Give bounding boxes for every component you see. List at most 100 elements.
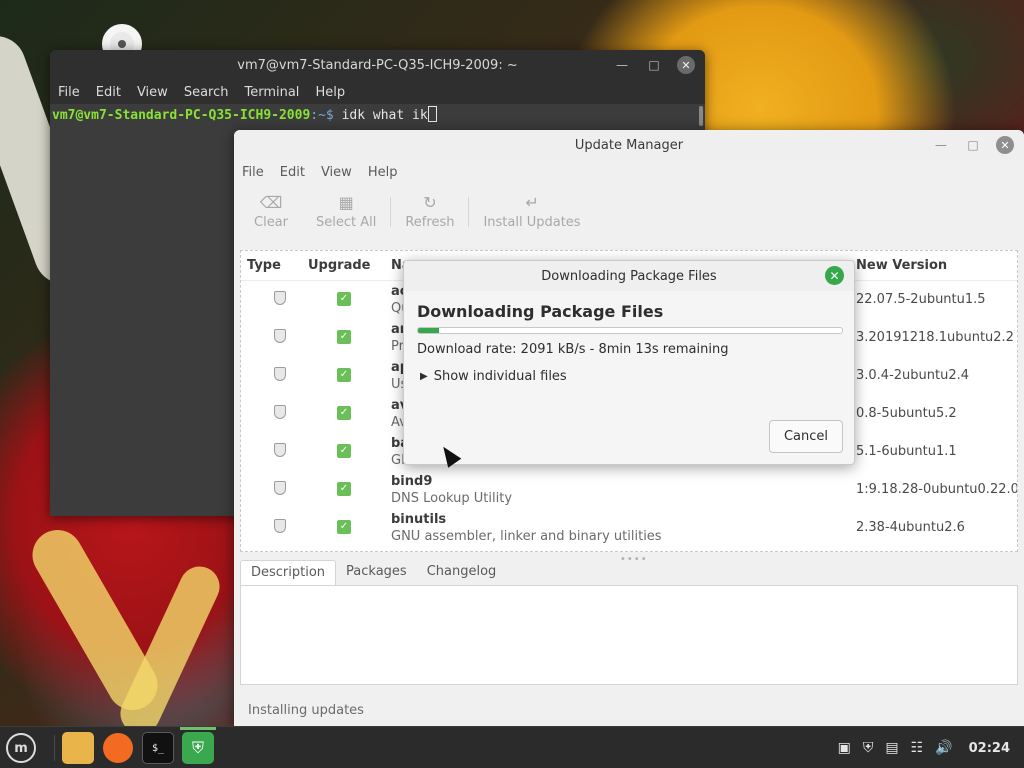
volume-icon[interactable]: 🔊 [935, 740, 952, 756]
mint-menu-icon[interactable]: m [6, 733, 36, 763]
network-icon[interactable]: ☷ [911, 740, 924, 756]
package-type-icon [274, 367, 286, 381]
menu-view[interactable]: View [321, 165, 352, 180]
menu-edit[interactable]: Edit [96, 85, 121, 100]
minimize-button[interactable]: — [613, 56, 631, 74]
package-type-icon [274, 329, 286, 343]
clipboard-icon[interactable]: ▤ [885, 740, 898, 756]
details-tabs: Description Packages Changelog [240, 560, 1018, 586]
show-files-expander[interactable]: ▶ Show individual files [420, 369, 567, 384]
taskbar-separator [54, 735, 55, 761]
maximize-button[interactable]: □ [645, 56, 663, 74]
upgrade-checkbox[interactable]: ✓ [337, 292, 351, 306]
package-version: 1:9.18.28-0ubuntu0.22.04. [856, 482, 1018, 497]
tab-packages[interactable]: Packages [336, 560, 417, 586]
upgrade-checkbox[interactable]: ✓ [337, 368, 351, 382]
update-manager-shield-icon[interactable]: ⛨ [182, 732, 214, 764]
close-button[interactable]: ✕ [996, 136, 1014, 154]
description-panel [240, 585, 1018, 685]
notifications-icon[interactable]: ▣ [838, 740, 851, 756]
package-name: bind9 [391, 474, 433, 489]
progress-fill [418, 328, 440, 333]
upgrade-checkbox[interactable]: ✓ [337, 330, 351, 344]
prompt-path: :~$ [310, 108, 334, 123]
taskbar: m $_ ⛨ ▣ ⛨ ▤ ☷ 🔊 02:24 [0, 726, 1024, 768]
column-type[interactable]: Type [247, 258, 281, 273]
package-version: 5.1-6ubuntu1.1 [856, 444, 957, 459]
dialog-close-button[interactable]: ✕ [825, 266, 844, 285]
package-type-icon [274, 291, 286, 305]
package-version: 0.8-5ubuntu5.2 [856, 406, 957, 421]
package-version: 3.20191218.1ubuntu2.2 [856, 330, 1014, 345]
column-new-version[interactable]: New Version [856, 258, 947, 273]
table-row[interactable]: ✓ bind9 DNS Lookup Utility 1:9.18.28-0ub… [241, 471, 1017, 509]
active-window-indicator [180, 727, 216, 730]
download-rate-text: Download rate: 2091 kB/s - 8min 13s rema… [417, 342, 729, 357]
upgrade-checkbox[interactable]: ✓ [337, 406, 351, 420]
column-upgrade[interactable]: Upgrade [308, 258, 370, 273]
package-type-icon [274, 519, 286, 533]
terminal-titlebar[interactable]: vm7@vm7-Standard-PC-Q35-ICH9-2009: ~ — □… [50, 50, 705, 80]
upgrade-checkbox[interactable]: ✓ [337, 520, 351, 534]
dialog-titlebar[interactable]: Downloading Package Files ✕ [404, 261, 854, 291]
package-name: binutils [391, 512, 447, 527]
text-cursor [427, 106, 437, 122]
close-button[interactable]: ✕ [677, 56, 695, 74]
prompt-user: vm7@vm7-Standard-PC-Q35-ICH9-2009 [52, 108, 311, 123]
select-all-button[interactable]: ▦ Select All [302, 192, 390, 230]
terminal-menubar: File Edit View Search Terminal Help [50, 80, 705, 104]
dialog-title: Downloading Package Files [541, 268, 717, 284]
menu-file[interactable]: File [242, 165, 264, 180]
clear-icon: ⌫ [259, 192, 283, 212]
cancel-button[interactable]: Cancel [769, 420, 843, 453]
system-tray: ▣ ⛨ ▤ ☷ 🔊 02:24 [838, 727, 1024, 768]
package-type-icon [274, 443, 286, 457]
clock[interactable]: 02:24 [969, 741, 1010, 756]
menu-help[interactable]: Help [368, 165, 398, 180]
install-updates-button[interactable]: ↵ Install Updates [469, 192, 594, 230]
terminal-icon[interactable]: $_ [142, 732, 174, 764]
minimize-button[interactable]: — [932, 136, 950, 154]
menu-terminal[interactable]: Terminal [244, 85, 299, 100]
dialog-heading: Downloading Package Files [417, 302, 664, 321]
update-manager-titlebar[interactable]: Update Manager — □ ✕ [234, 130, 1024, 160]
menu-file[interactable]: File [58, 85, 80, 100]
package-type-icon [274, 481, 286, 495]
download-dialog[interactable]: Downloading Package Files ✕ Downloading … [403, 260, 855, 465]
files-folder-icon[interactable] [62, 732, 94, 764]
install-icon: ↵ [525, 192, 539, 212]
update-manager-toolbar: ⌫ Clear ▦ Select All ↻ Refresh ↵ Install… [234, 184, 1024, 240]
table-row[interactable]: ✓ binutils GNU assembler, linker and bin… [241, 509, 1017, 547]
tab-changelog[interactable]: Changelog [417, 560, 507, 586]
select-all-label: Select All [316, 214, 377, 230]
terminal-command: idk what ik [333, 108, 428, 123]
package-type-icon [274, 405, 286, 419]
package-description: DNS Lookup Utility [391, 491, 513, 506]
update-manager-menubar: File Edit View Help [234, 160, 1024, 184]
shield-icon[interactable]: ⛨ [863, 740, 874, 756]
firefox-icon[interactable] [103, 733, 133, 763]
package-version: 2.38-4ubuntu2.6 [856, 520, 965, 535]
tab-description[interactable]: Description [240, 560, 337, 586]
clear-button[interactable]: ⌫ Clear [240, 192, 302, 230]
menu-help[interactable]: Help [315, 85, 345, 100]
terminal-scrollbar[interactable] [699, 106, 703, 126]
install-updates-label: Install Updates [483, 214, 581, 230]
terminal-title: vm7@vm7-Standard-PC-Q35-ICH9-2009: ~ [237, 57, 518, 73]
refresh-icon: ↻ [423, 192, 437, 212]
package-description: GNU assembler, linker and binary utiliti… [391, 529, 662, 544]
clear-label: Clear [254, 214, 288, 230]
menu-search[interactable]: Search [184, 85, 229, 100]
select-all-icon: ▦ [338, 192, 354, 212]
expander-label: Show individual files [433, 369, 567, 384]
refresh-label: Refresh [405, 214, 455, 230]
maximize-button[interactable]: □ [964, 136, 982, 154]
menu-edit[interactable]: Edit [280, 165, 305, 180]
upgrade-checkbox[interactable]: ✓ [337, 482, 351, 496]
refresh-button[interactable]: ↻ Refresh [391, 192, 468, 230]
update-manager-title: Update Manager [574, 137, 684, 153]
package-version: 3.0.4-2ubuntu2.4 [856, 368, 970, 383]
upgrade-checkbox[interactable]: ✓ [337, 444, 351, 458]
menu-view[interactable]: View [137, 85, 168, 100]
status-text: Installing updates [248, 703, 364, 718]
